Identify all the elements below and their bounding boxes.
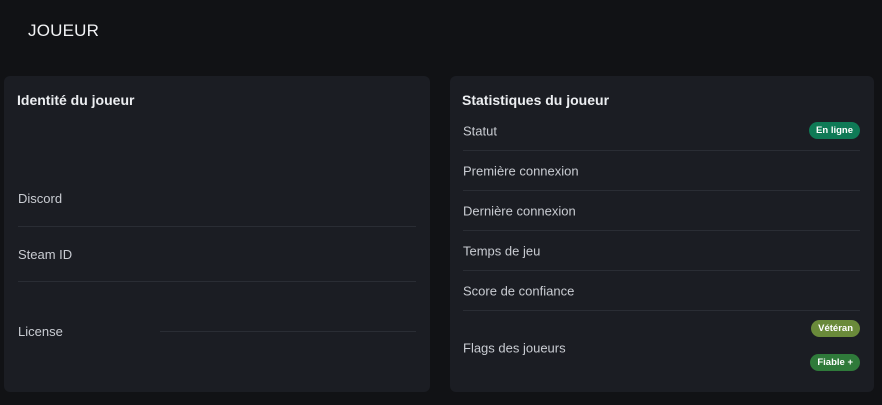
page-title: JOUEUR — [28, 21, 100, 40]
stat-label-flags: Flags des joueurs — [463, 340, 566, 356]
discord-label: Discord — [18, 191, 63, 206]
trusted-badge: Fiable + — [810, 354, 860, 371]
stat-label-playtime: Temps de jeu — [463, 243, 541, 258]
identity-card: Identité du joueur Discord Steam ID Lice… — [4, 76, 430, 392]
steam-id-label: Steam ID — [18, 247, 73, 262]
veteran-badge: Vétéran — [811, 320, 860, 337]
stats-card-title: Statistiques du joueur — [462, 92, 610, 108]
stat-row-playtime: Temps de jeu — [463, 231, 860, 271]
divider — [18, 226, 416, 227]
stat-row-last-login: Dernière connexion — [463, 191, 860, 231]
stat-label-last-login: Dernière connexion — [463, 203, 576, 218]
divider — [18, 281, 416, 282]
stat-label-trust-score: Score de confiance — [463, 283, 575, 298]
stats-card: Statistiques du joueur Statut En ligne P… — [450, 76, 874, 392]
stat-label-first-login: Première connexion — [463, 163, 579, 178]
stat-row-flags: Flags des joueurs Vétéran Fiable + — [463, 311, 860, 385]
status-badge: En ligne — [809, 122, 860, 139]
stat-row-first-login: Première connexion — [463, 151, 860, 191]
stat-label-status: Statut — [463, 123, 497, 138]
license-label: License — [18, 324, 63, 339]
stat-row-trust-score: Score de confiance — [463, 271, 860, 311]
stat-row-status: Statut En ligne — [463, 111, 860, 151]
identity-card-title: Identité du joueur — [17, 92, 135, 108]
divider — [160, 331, 416, 332]
